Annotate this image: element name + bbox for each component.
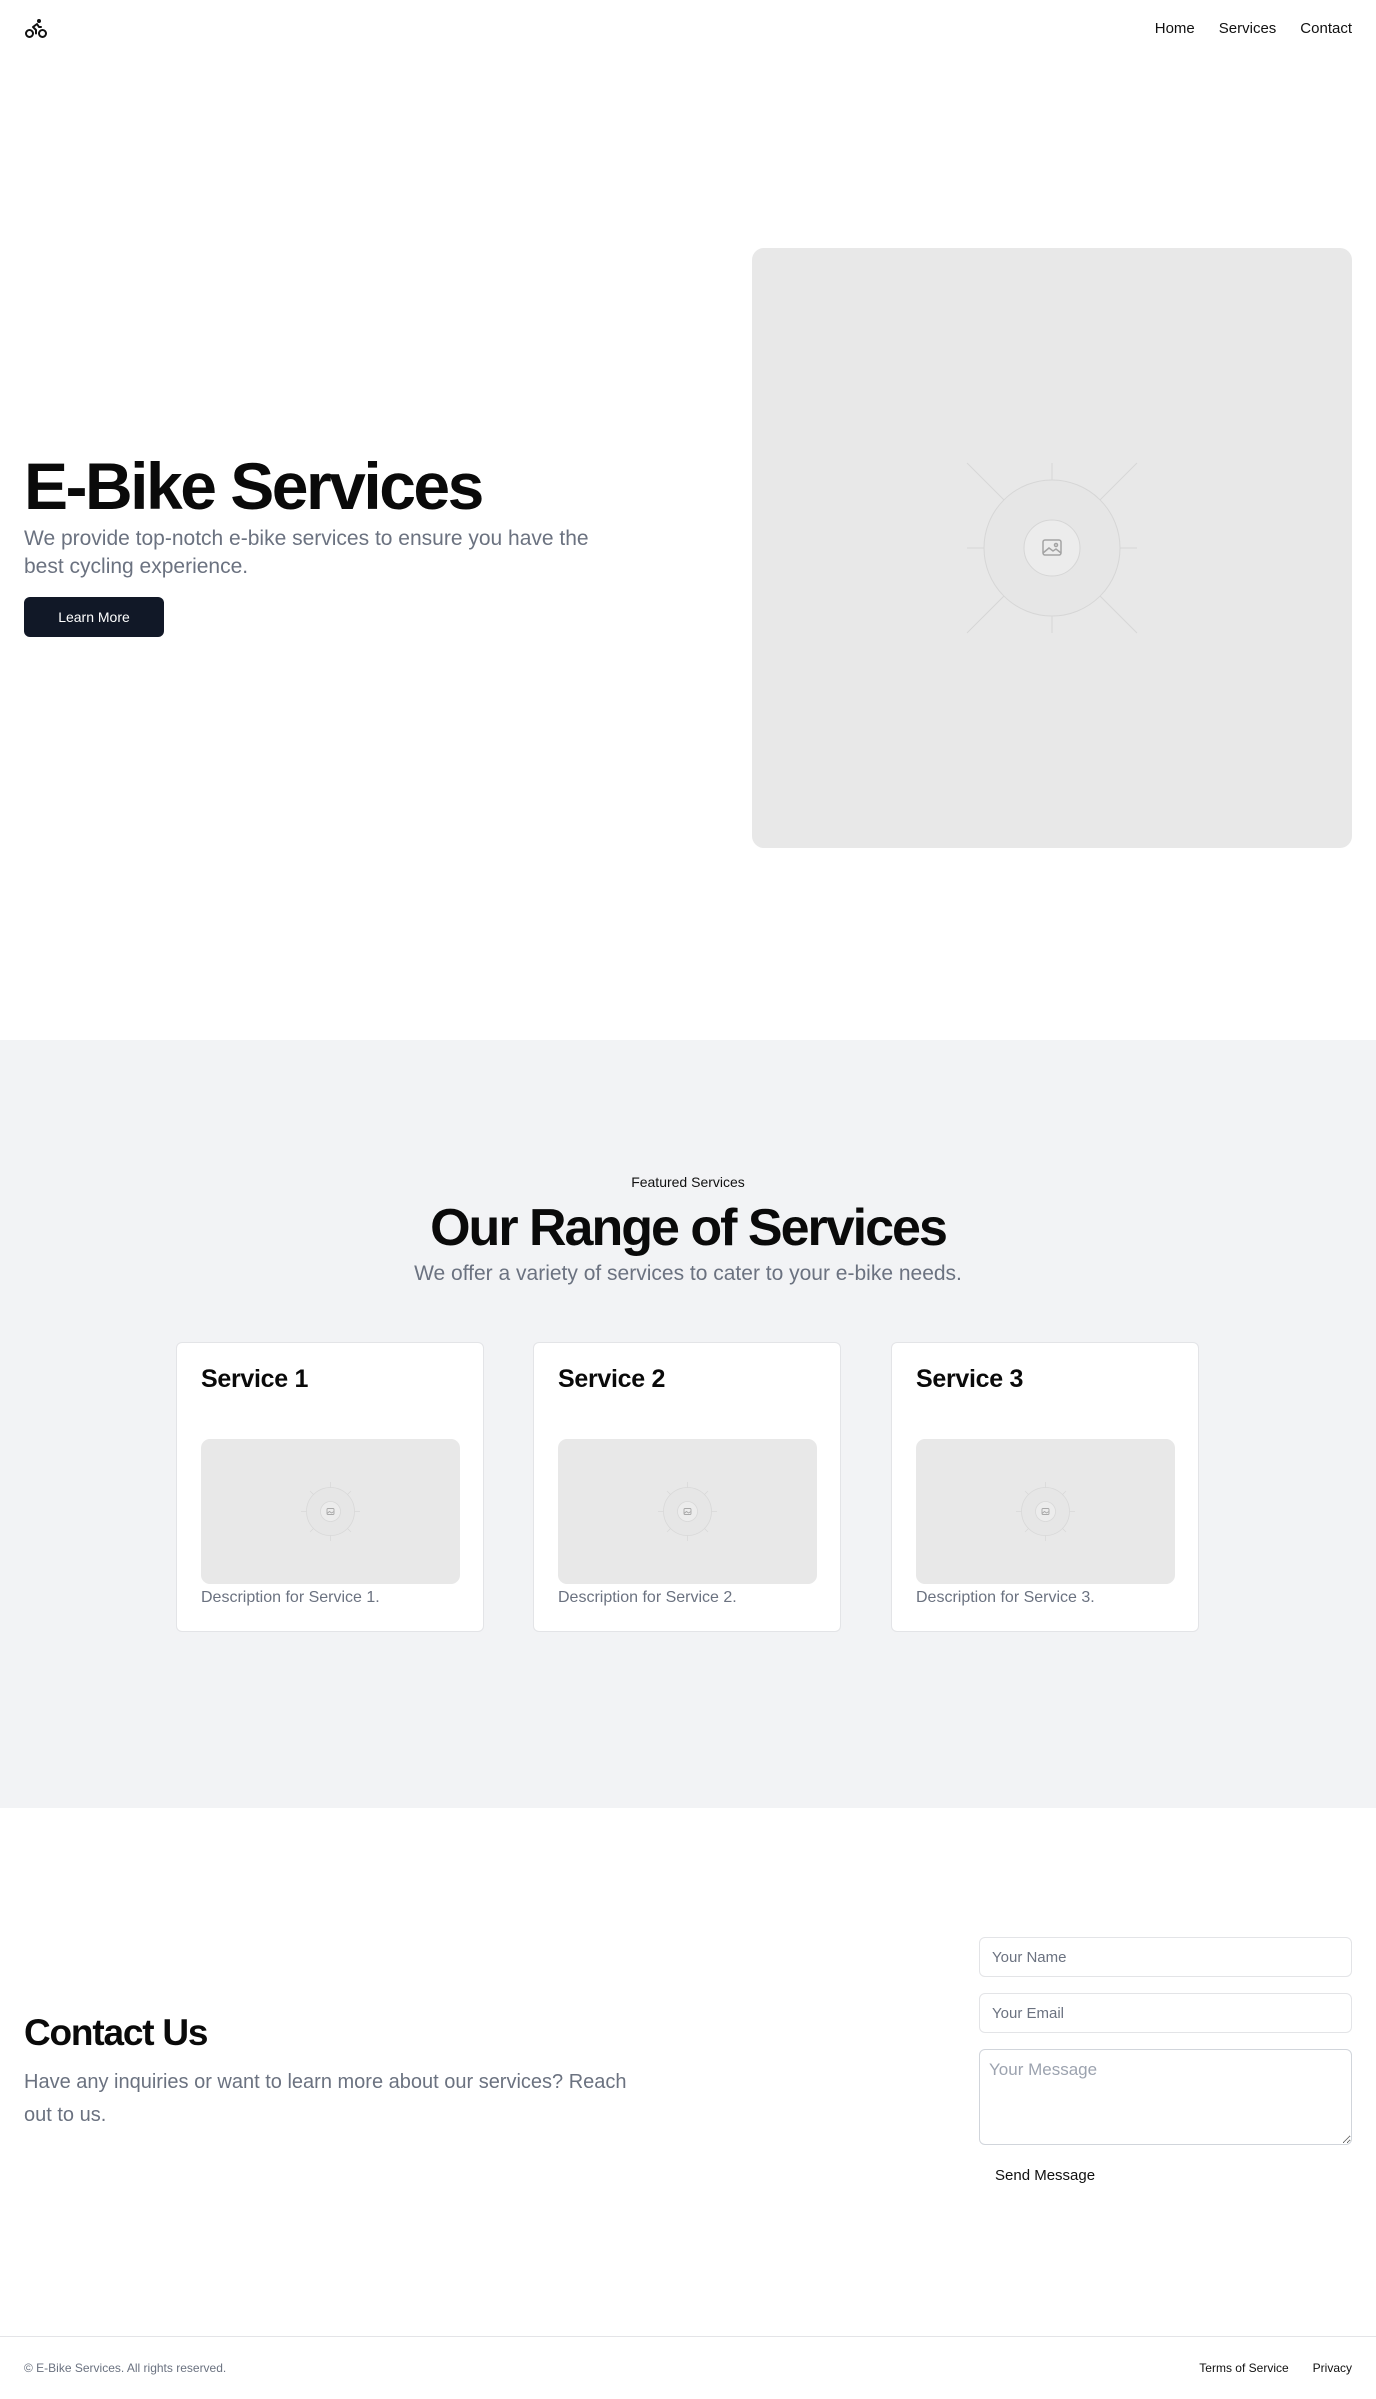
learn-more-button[interactable]: Learn More	[24, 597, 164, 638]
services-title: Our Range of Services	[430, 1199, 948, 1257]
hero-text-block: E-Bike Services We provide top-notch e-b…	[24, 449, 644, 638]
send-message-button[interactable]: Send Message	[995, 2167, 1095, 2184]
nav-link-contact[interactable]: Contact	[1300, 20, 1352, 37]
copyright-text: © E-Bike Services. All rights reserved.	[24, 2361, 227, 2375]
hero-subtitle: We provide top-notch e-bike services to …	[24, 527, 589, 579]
footer-link-privacy[interactable]: Privacy	[1313, 2361, 1352, 2375]
nav-link-home[interactable]: Home	[1155, 20, 1195, 37]
service-card-title: Service 2	[558, 1365, 666, 1393]
services-section: Featured Services Our Range of Services …	[0, 1040, 1376, 1808]
footer: © E-Bike Services. All rights reserved. …	[0, 2336, 1376, 2399]
services-subtitle: We offer a variety of services to cater …	[414, 1262, 962, 1285]
service-card-image	[558, 1439, 817, 1584]
nav-link-services[interactable]: Services	[1219, 20, 1277, 37]
footer-link-terms[interactable]: Terms of Service	[1199, 2361, 1288, 2375]
service-card: Service 2 Description for Service 2.	[533, 1342, 841, 1632]
logo-link[interactable]	[24, 16, 48, 40]
service-card-description: Description for Service 3.	[916, 1589, 1095, 1606]
service-card-image	[916, 1439, 1175, 1584]
main-nav: Home Services Contact	[1155, 20, 1352, 37]
message-field[interactable]	[979, 2049, 1352, 2145]
service-cards: Service 1 Description for Service 1. Ser…	[176, 1342, 1200, 1632]
email-field[interactable]	[979, 1993, 1352, 2033]
contact-section: Contact Us Have any inquiries or want to…	[0, 1808, 1376, 2336]
hero-image	[752, 248, 1352, 848]
service-card-image	[201, 1439, 460, 1584]
service-card-title: Service 3	[916, 1365, 1024, 1393]
hero-section: E-Bike Services We provide top-notch e-b…	[0, 56, 1376, 1040]
contact-subtitle: Have any inquiries or want to learn more…	[24, 2071, 627, 2126]
service-card-title: Service 1	[201, 1365, 309, 1393]
hero-title: E-Bike Services	[24, 449, 484, 523]
image-placeholder-icon	[966, 462, 1138, 634]
service-card-description: Description for Service 1.	[201, 1589, 380, 1606]
footer-nav: Terms of Service Privacy	[1199, 2361, 1352, 2375]
image-placeholder-icon	[658, 1482, 717, 1541]
name-field[interactable]	[979, 1937, 1352, 1977]
contact-title: Contact Us	[24, 2012, 209, 2053]
service-card: Service 1 Description for Service 1.	[176, 1342, 484, 1632]
services-eyebrow: Featured Services	[631, 1174, 745, 1190]
service-card: Service 3 Description for Service 3.	[891, 1342, 1199, 1632]
contact-form: Send Message	[979, 1937, 1352, 2184]
image-placeholder-icon	[1016, 1482, 1075, 1541]
service-card-description: Description for Service 2.	[558, 1589, 737, 1606]
bike-icon	[25, 19, 47, 38]
top-navbar: Home Services Contact	[0, 0, 1376, 56]
image-placeholder-icon	[301, 1482, 360, 1541]
